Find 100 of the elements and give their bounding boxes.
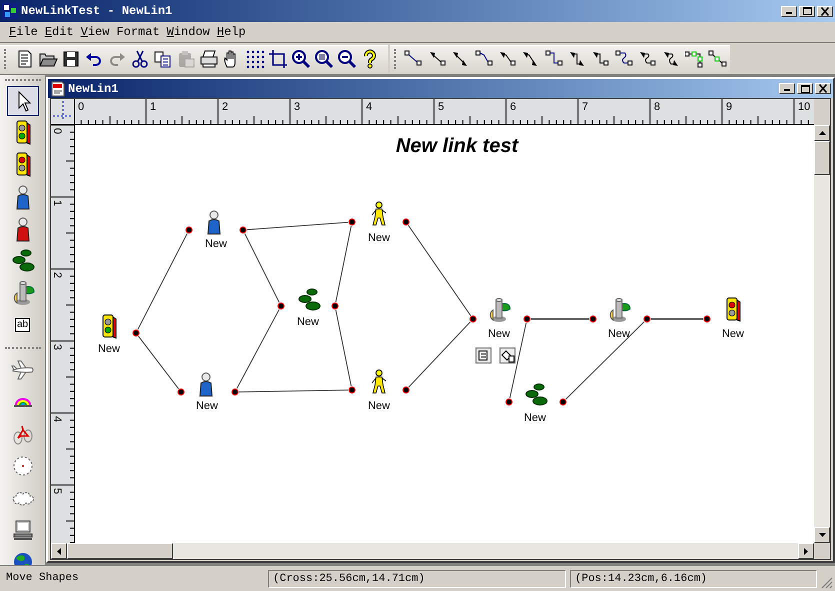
minimize-icon: [786, 12, 792, 14]
scrollbar-thumb[interactable]: [67, 543, 173, 559]
ruler-number: 5: [438, 101, 444, 113]
menu-item[interactable]: Help: [216, 23, 246, 41]
menu-item[interactable]: Edit: [44, 23, 74, 41]
ruler-number: 8: [654, 101, 660, 113]
connection-point[interactable]: [704, 316, 710, 322]
zoom-fit-icon[interactable]: [314, 49, 334, 69]
pillar-icon[interactable]: [610, 298, 630, 322]
traffic-light-icon[interactable]: [102, 314, 116, 339]
connector-tool-icon[interactable]: [684, 50, 705, 68]
connector-tool-icon[interactable]: [544, 50, 565, 68]
ruler-number: 0: [51, 128, 63, 134]
connection-point[interactable]: [470, 316, 476, 322]
minimize-icon: [784, 89, 790, 91]
connection-point[interactable]: [644, 316, 650, 322]
close-button[interactable]: [817, 6, 833, 16]
zoom-out-icon[interactable]: [336, 49, 356, 69]
worker-figure-icon[interactable]: [372, 370, 386, 394]
paint-bucket-icon[interactable]: [500, 348, 516, 364]
connection-point[interactable]: [590, 316, 596, 322]
connector-tool-icon[interactable]: [428, 50, 448, 68]
connector-line[interactable]: [335, 309, 352, 387]
window-title: NewLinkTest - NewLin1: [21, 3, 172, 20]
copy-icon[interactable]: [152, 49, 172, 69]
scroll-down-button[interactable]: [814, 527, 830, 543]
grid-icon[interactable]: [244, 49, 264, 69]
resize-grip-icon[interactable]: [821, 577, 833, 589]
connector-tool-icon[interactable]: [638, 50, 658, 68]
printer-icon[interactable]: [198, 49, 218, 69]
lily-pads-icon[interactable]: [10, 248, 34, 274]
connection-point[interactable]: [348, 386, 356, 394]
person-icon[interactable]: [200, 372, 212, 396]
scroll-left-button[interactable]: [51, 543, 67, 559]
connection-point[interactable]: [402, 386, 410, 394]
connection-point[interactable]: [278, 302, 284, 310]
lily-pads-icon[interactable]: [298, 288, 320, 310]
shape-label: New: [98, 343, 120, 355]
ruler-number: 1: [150, 101, 156, 113]
connection-point[interactable]: [402, 218, 410, 226]
connection-point[interactable]: [178, 388, 184, 396]
save-icon[interactable]: [60, 49, 80, 69]
maximize-button[interactable]: [797, 83, 813, 94]
menu-item[interactable]: View: [80, 23, 110, 41]
properties-icon[interactable]: [476, 348, 492, 364]
crop-icon[interactable]: [268, 49, 288, 69]
close-button[interactable]: [815, 83, 831, 94]
connector-line[interactable]: [565, 321, 645, 400]
connection-point[interactable]: [506, 398, 512, 406]
connector-tool-icon[interactable]: [614, 50, 635, 68]
connection-point[interactable]: [232, 388, 238, 396]
up-arrow-icon: [818, 131, 826, 135]
connector-tool-icon[interactable]: [708, 50, 728, 68]
worker-figure-icon[interactable]: [372, 202, 386, 226]
zoom-in-icon[interactable]: [290, 49, 310, 69]
text-tool-button[interactable]: ab: [6, 310, 38, 340]
pillar-icon[interactable]: [490, 298, 510, 322]
connection-point[interactable]: [132, 330, 140, 336]
connector-line[interactable]: [138, 336, 180, 390]
shape-label: New: [608, 328, 630, 340]
menu-item[interactable]: Window: [166, 23, 210, 41]
menu-item[interactable]: Format: [116, 23, 160, 41]
connection-point[interactable]: [240, 226, 246, 234]
status-text: (Pos:14.23cm,6.16cm): [570, 570, 817, 588]
connector-line[interactable]: [246, 222, 348, 230]
scissors-icon[interactable]: [130, 49, 150, 69]
scroll-up-button[interactable]: [814, 125, 830, 141]
connector-line[interactable]: [509, 322, 527, 399]
connector-line[interactable]: [244, 233, 280, 303]
connector-tool-icon[interactable]: [498, 50, 518, 68]
connection-point[interactable]: [524, 316, 530, 322]
connector-tool-icon[interactable]: [591, 50, 612, 68]
connector-line[interactable]: [238, 390, 348, 392]
close-icon: [821, 6, 829, 16]
minimize-button[interactable]: [779, 83, 795, 94]
ruler-number: 1: [51, 200, 63, 206]
document-icon: [50, 80, 66, 96]
maximize-icon: [800, 84, 810, 92]
ruler-number: 4: [366, 101, 372, 113]
connection-point[interactable]: [348, 218, 356, 226]
minimize-button[interactable]: [781, 6, 797, 16]
connection-point[interactable]: [332, 302, 338, 310]
ruler-number: 5: [51, 488, 63, 494]
scroll-right-button[interactable]: [798, 543, 814, 559]
connector-line[interactable]: [531, 318, 589, 320]
menu-item[interactable]: File: [9, 23, 38, 41]
maximize-button[interactable]: [799, 6, 815, 16]
ruler-number: 0: [78, 101, 84, 113]
connector-line[interactable]: [651, 318, 703, 320]
connector-tool-icon[interactable]: [474, 50, 495, 68]
ruler-number: 4: [51, 416, 63, 422]
diagram-title: New link test: [396, 135, 518, 157]
traffic-light-icon[interactable]: [726, 298, 740, 322]
scrollbar-thumb[interactable]: [814, 141, 830, 175]
lily-pads-icon[interactable]: [526, 384, 548, 406]
connection-point[interactable]: [186, 226, 192, 234]
person-icon[interactable]: [208, 210, 220, 234]
connector-line[interactable]: [335, 225, 352, 303]
connector-tool-icon[interactable]: [404, 50, 424, 68]
connection-point[interactable]: [560, 398, 566, 406]
